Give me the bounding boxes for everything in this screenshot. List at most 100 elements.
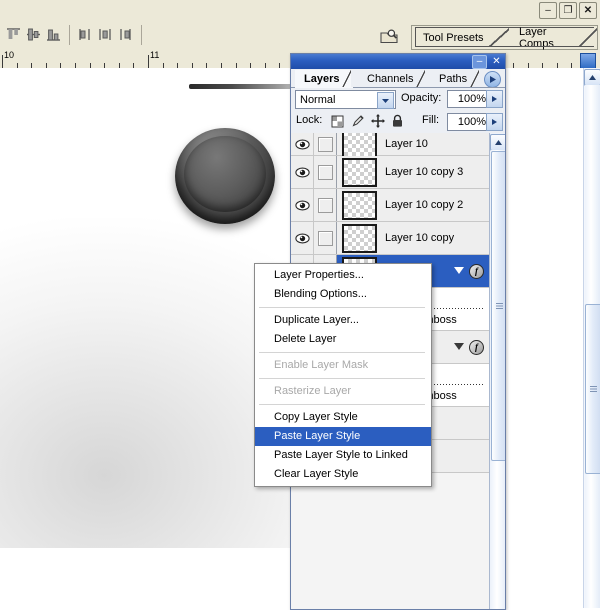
layer-row[interactable]: Layer 10 copy 2 (291, 189, 489, 222)
menu-item[interactable]: Duplicate Layer... (255, 311, 431, 330)
layer-thumbnail[interactable] (342, 223, 377, 253)
fill-spinner-button[interactable] (486, 113, 503, 131)
layer-link-toggle[interactable] (314, 222, 337, 254)
menu-item[interactable]: Paste Layer Style (255, 427, 431, 446)
menu-separator (259, 307, 425, 308)
layer-visibility-toggle[interactable] (291, 156, 314, 188)
distribute-horizontal-centers-icon[interactable] (96, 24, 115, 46)
go-to-bridge-button[interactable] (376, 25, 402, 49)
layer-row[interactable]: Layer 10 (291, 133, 489, 159)
layer-name[interactable]: Layer 10 copy (385, 232, 454, 244)
lock-row: Lock: Fill: 100% (291, 110, 505, 134)
restore-window-button[interactable]: ❐ (559, 2, 577, 19)
layer-name[interactable]: Layer 10 copy 3 (385, 166, 463, 178)
palette-well-bottom-rule (415, 46, 594, 47)
tab-layers-label: Layers (304, 73, 340, 85)
tab-paths[interactable]: Paths (430, 70, 480, 88)
opacity-value: 100% (457, 93, 486, 105)
menu-item[interactable]: Delete Layer (255, 330, 431, 349)
layer-visibility-toggle[interactable] (291, 189, 314, 221)
layer-thumbnail[interactable] (342, 157, 377, 187)
lock-image-pixels-icon[interactable] (349, 113, 366, 129)
chevron-up-icon (589, 75, 596, 80)
lock-all-icon[interactable] (389, 113, 406, 129)
chevron-down-icon[interactable] (377, 92, 394, 109)
menu-item[interactable]: Clear Layer Style (255, 465, 431, 484)
layer-visibility-toggle[interactable] (291, 222, 314, 254)
tab-slant-icon-2 (416, 70, 426, 88)
lock-label: Lock: (296, 114, 323, 126)
opacity-label: Opacity: (401, 92, 442, 104)
palette-tab-tool-presets[interactable]: Tool Presets (415, 28, 509, 47)
layer-name[interactable]: Layer 10 (385, 138, 428, 150)
menu-item[interactable]: Paste Layer Style to Linked (255, 446, 431, 465)
go-to-bridge-icon (379, 27, 399, 48)
opacity-field[interactable]: 100% (447, 90, 490, 108)
tab-channels[interactable]: Channels (358, 70, 426, 88)
blend-mode-row: Normal Opacity: 100% (291, 88, 505, 111)
tab-slant-icon-3 (470, 70, 480, 88)
ruler-position-marker[interactable] (580, 53, 596, 68)
canvas-scroll-thumb[interactable] (585, 304, 600, 474)
align-vertical-centers-icon[interactable] (24, 24, 43, 46)
visibility-eye-icon (294, 233, 310, 243)
menu-item[interactable]: Blending Options... (255, 285, 431, 304)
layer-row[interactable]: Layer 10 copy (291, 222, 489, 255)
tab-layers[interactable]: Layers (295, 70, 352, 88)
chevron-up-icon-2 (495, 140, 502, 145)
layer-thumbnail[interactable] (342, 190, 377, 220)
palette-tab-tool-presets-label: Tool Presets (423, 31, 484, 44)
layers-palette-close-button[interactable]: ✕ (490, 56, 503, 68)
minimize-window-button[interactable]: – (539, 2, 557, 19)
lock-position-icon[interactable] (369, 113, 386, 129)
align-top-edges-icon[interactable] (4, 24, 23, 46)
menu-separator (259, 378, 425, 379)
tab-slant-icon (342, 70, 352, 88)
visibility-eye-icon (294, 167, 310, 177)
close-window-button[interactable]: ✕ (579, 2, 597, 19)
layer-context-menu[interactable]: Layer Properties... Blending Options... Du… (254, 263, 432, 487)
ruler-label-0: 10 (4, 51, 15, 60)
distribute-left-edges-icon[interactable] (76, 24, 95, 46)
layer-style-fx-icon[interactable]: f (469, 263, 484, 279)
menu-item[interactable]: Copy Layer Style (255, 408, 431, 427)
options-bar: Tool Presets Layer Comps (0, 21, 600, 52)
palette-well: Tool Presets Layer Comps (411, 25, 598, 50)
scroll-thumb-grip-icon (590, 385, 597, 392)
layers-scroll-thumb[interactable] (491, 151, 505, 461)
layers-palette-titlebar[interactable]: – ✕ (291, 54, 505, 69)
layers-scroll-up-button[interactable] (490, 134, 505, 151)
palette-tab-layer-comps[interactable]: Layer Comps (511, 26, 597, 50)
blend-mode-select[interactable]: Normal (295, 90, 396, 109)
tab-paths-label: Paths (439, 73, 468, 85)
layer-link-toggle[interactable] (314, 156, 337, 188)
layers-palette-minimize-button[interactable]: – (472, 54, 487, 69)
align-bottom-edges-icon[interactable] (44, 24, 63, 46)
application-titlebar: – ❐ ✕ (0, 0, 600, 22)
layer-thumbnail[interactable] (342, 133, 377, 159)
chevron-right-icon (489, 76, 496, 83)
layer-link-toggle[interactable] (314, 189, 337, 221)
layer-style-fx-icon[interactable]: f (469, 339, 484, 355)
menu-item[interactable]: Layer Properties... (255, 266, 431, 285)
window-controls: – ❐ ✕ (539, 2, 597, 19)
lock-transparent-pixels-icon[interactable] (329, 113, 346, 129)
menu-item: Enable Layer Mask (274, 359, 369, 371)
dark-circular-button (175, 128, 275, 224)
layers-vertical-scrollbar[interactable] (489, 133, 505, 609)
scroll-up-button[interactable] (584, 69, 600, 86)
layer-name[interactable]: Layer 10 copy 2 (385, 199, 463, 211)
link-box-icon (317, 197, 333, 213)
layer-link-toggle[interactable] (314, 133, 337, 155)
collapse-effects-triangle-icon[interactable] (454, 265, 464, 277)
fill-field[interactable]: 100% (447, 113, 490, 131)
canvas-vertical-scrollbar[interactable] (583, 68, 600, 608)
layer-visibility-toggle[interactable] (291, 133, 314, 155)
layer-row[interactable]: Layer 10 copy 3 (291, 156, 489, 189)
chevron-right-icon-small (492, 96, 497, 102)
collapse-effects-triangle-icon[interactable] (454, 341, 464, 353)
distribute-right-edges-icon[interactable] (116, 24, 135, 46)
toolbar-separator (69, 25, 70, 45)
palette-menu-button[interactable] (484, 71, 501, 88)
opacity-spinner-button[interactable] (486, 90, 503, 108)
